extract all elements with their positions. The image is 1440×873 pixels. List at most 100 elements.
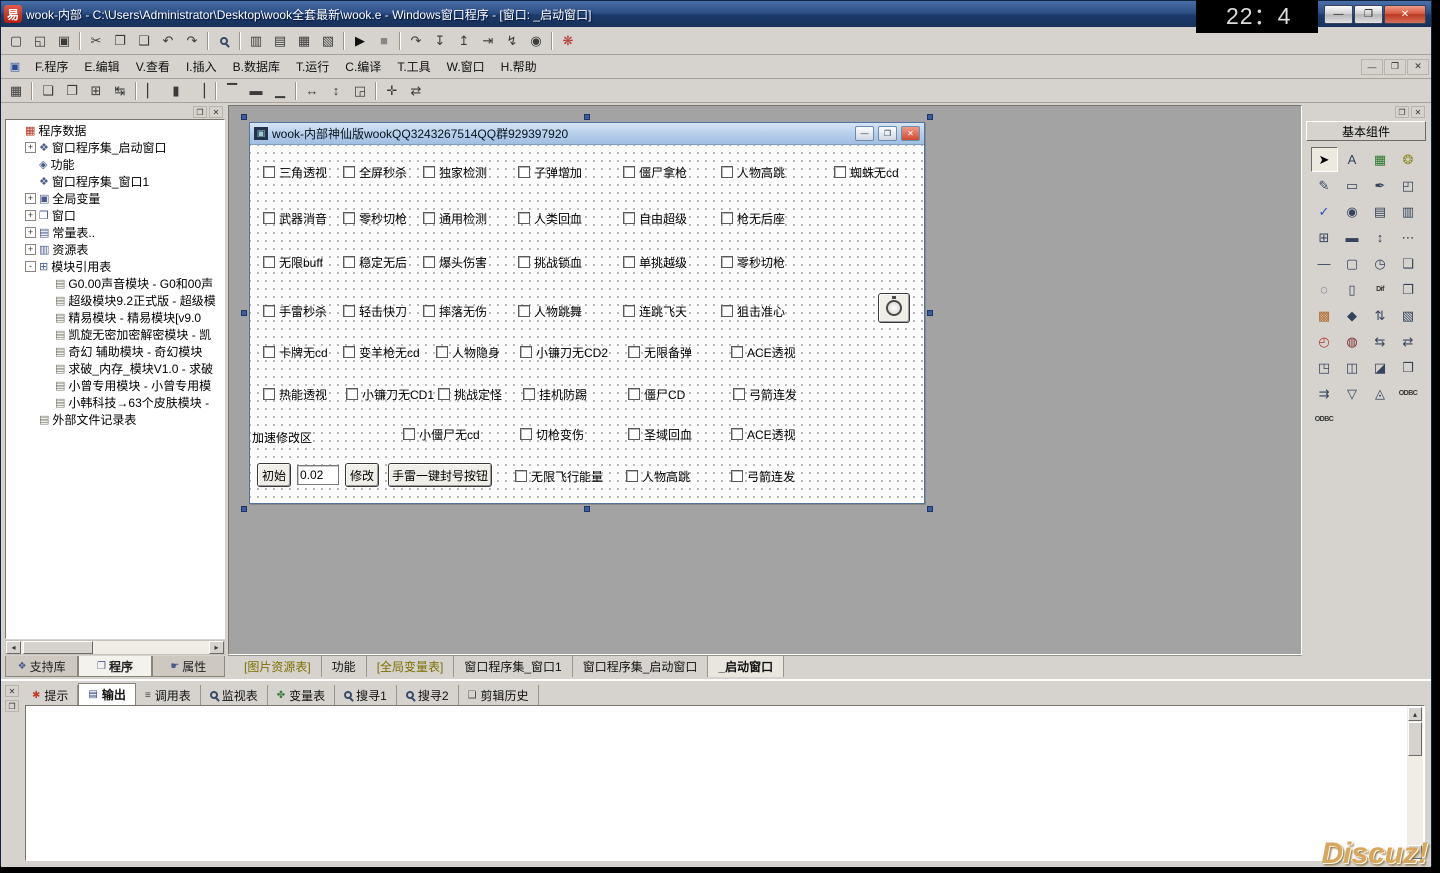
- resize-handle[interactable]: [584, 114, 590, 120]
- speed-input[interactable]: [297, 465, 339, 485]
- doc-tab-startup-window[interactable]: _启动窗口: [708, 656, 784, 677]
- form-checkbox[interactable]: 枪无后座: [721, 211, 785, 225]
- break-icon[interactable]: ↯: [500, 30, 524, 52]
- form-checkbox[interactable]: 人物隐身: [436, 345, 500, 359]
- form-close-button[interactable]: ✕: [901, 126, 920, 141]
- form-checkbox[interactable]: 无限buff: [263, 255, 323, 269]
- form-checkbox[interactable]: 切枪变伤: [520, 427, 584, 441]
- form-checkbox[interactable]: 通用检测: [423, 211, 487, 225]
- form-checkbox[interactable]: 蜘蛛无cd: [834, 165, 899, 179]
- form-checkbox[interactable]: 零秒切枪: [343, 211, 407, 225]
- pointer-tool-icon[interactable]: ➤: [1311, 147, 1338, 172]
- same-width-icon[interactable]: ↔: [300, 80, 324, 102]
- tab-hint[interactable]: ✱提示: [23, 685, 78, 705]
- output-dock-button[interactable]: ❐: [5, 700, 19, 712]
- image2-tool-icon[interactable]: ▧: [1395, 303, 1422, 328]
- grenade-ban-button[interactable]: 手雷一键封号按钮: [388, 463, 492, 487]
- panel-close-button[interactable]: ✕: [209, 106, 223, 118]
- tree-item[interactable]: +▣全局变量: [7, 190, 223, 207]
- menu-run[interactable]: T.运行: [288, 54, 337, 79]
- menu-help[interactable]: H.帮助: [493, 54, 545, 79]
- form-checkbox[interactable]: 稳定无后: [343, 255, 407, 269]
- form-checkbox[interactable]: 挑战锁血: [518, 255, 582, 269]
- mdi-restore-button[interactable]: ❐: [1384, 59, 1406, 75]
- resize-handle[interactable]: [241, 506, 247, 512]
- form-checkbox[interactable]: 手雷秒杀: [263, 304, 327, 318]
- form-minimize-button[interactable]: —: [855, 126, 874, 141]
- menu-view[interactable]: V.查看: [128, 54, 178, 79]
- pen-tool-icon[interactable]: ✒: [1367, 173, 1394, 198]
- form-checkbox[interactable]: 武器消音: [263, 211, 327, 225]
- align-left-icon[interactable]: ▏: [140, 80, 164, 102]
- tab-search2[interactable]: 搜寻2: [397, 685, 459, 705]
- document-tool-icon[interactable]: ❏: [1395, 251, 1422, 276]
- stop-icon[interactable]: ■: [372, 30, 396, 52]
- page-tool-icon[interactable]: ❐: [1395, 277, 1422, 302]
- form-checkbox[interactable]: 零秒切枪: [721, 255, 785, 269]
- tree-item[interactable]: +❐窗口: [7, 207, 223, 224]
- form-checkbox[interactable]: 狙击准心: [721, 304, 785, 318]
- form-checkbox[interactable]: 人物跳舞: [518, 304, 582, 318]
- new-icon[interactable]: ▢: [4, 30, 28, 52]
- odbc-tool-icon[interactable]: ODBC: [1395, 381, 1422, 406]
- scroll-thumb[interactable]: [1408, 722, 1422, 756]
- shape-tool-icon[interactable]: ◰: [1395, 173, 1422, 198]
- form-checkbox[interactable]: 变羊枪无cd: [343, 345, 420, 359]
- tree-expander[interactable]: +: [25, 210, 36, 221]
- resize-handle[interactable]: [584, 506, 590, 512]
- form-checkbox[interactable]: 子弹增加: [518, 165, 582, 179]
- palette-close-button[interactable]: ✕: [1411, 106, 1425, 118]
- close-button[interactable]: ✕: [1384, 5, 1426, 24]
- form-checkbox[interactable]: 无限飞行能量: [515, 469, 603, 483]
- output-close-button[interactable]: ✕: [5, 685, 19, 697]
- scroll-right-arrow[interactable]: ▸: [209, 641, 224, 654]
- doc-tab-features[interactable]: 功能: [322, 656, 367, 677]
- timer-tool-icon[interactable]: ◷: [1367, 251, 1394, 276]
- tree-expander[interactable]: +: [25, 193, 36, 204]
- maximize-button[interactable]: ❐: [1354, 5, 1383, 24]
- form-checkbox[interactable]: 全屏秒杀: [343, 165, 407, 179]
- tree-item[interactable]: ▤精易模块 - 精易模块[v9.0: [7, 309, 223, 326]
- tree-item[interactable]: ▤小曾专用模块 - 小曾专用模: [7, 377, 223, 394]
- form-checkbox[interactable]: 爆头伤害: [423, 255, 487, 269]
- form-checkbox[interactable]: 人物高跳: [626, 469, 690, 483]
- form-checkbox[interactable]: 热能透视: [263, 387, 327, 401]
- form-checkbox[interactable]: 轻击快刀: [343, 304, 407, 318]
- form-checkbox[interactable]: 挂机防踢: [523, 387, 587, 401]
- cut-icon[interactable]: ✂: [84, 30, 108, 52]
- run-to-cursor-icon[interactable]: ⇥: [476, 30, 500, 52]
- window-tool-icon[interactable]: ❒: [1395, 355, 1422, 380]
- mdi-minimize-button[interactable]: —: [1361, 59, 1383, 75]
- form-checkbox[interactable]: ACE透视: [731, 345, 796, 359]
- diagonal-tool-icon[interactable]: ◬: [1367, 381, 1394, 406]
- form-checkbox[interactable]: 连跳飞天: [623, 304, 687, 318]
- align-bottom-icon[interactable]: ▁: [268, 80, 292, 102]
- slider-tool-icon[interactable]: ▬: [1339, 225, 1366, 250]
- form-checkbox[interactable]: 卡牌无cd: [263, 345, 328, 359]
- palette-header-button[interactable]: 基本组件: [1306, 121, 1426, 141]
- tree-expander[interactable]: +: [25, 244, 36, 255]
- menu-tools[interactable]: T.工具: [389, 54, 438, 79]
- form-checkbox[interactable]: 小僵尸无cd: [403, 427, 480, 441]
- chart-tool-icon[interactable]: ◪: [1367, 355, 1394, 380]
- center-horizontal-icon[interactable]: ✛: [380, 80, 404, 102]
- listbox-tool-icon[interactable]: ▥: [1395, 199, 1422, 224]
- grid-tool-icon[interactable]: ⊞: [1311, 225, 1338, 250]
- tab-order-icon[interactable]: ⊞: [84, 80, 108, 102]
- form-checkbox[interactable]: 人物高跳: [721, 165, 785, 179]
- output-area[interactable]: ▴ ▾: [25, 705, 1425, 861]
- globe-tool-icon[interactable]: ◍: [1339, 329, 1366, 354]
- init-button[interactable]: 初始: [257, 463, 291, 487]
- tab-program[interactable]: ❐程序: [78, 656, 151, 677]
- form-checkbox[interactable]: 弓箭连发: [733, 387, 797, 401]
- run-icon[interactable]: ▶: [348, 30, 372, 52]
- form-checkbox[interactable]: 无限备弹: [628, 345, 692, 359]
- center-vertical-icon[interactable]: ⇄: [404, 80, 428, 102]
- form-checkbox[interactable]: 人类回血: [518, 211, 582, 225]
- stopwatch-button[interactable]: [878, 293, 910, 323]
- tab-search1[interactable]: 搜寻1: [335, 685, 397, 705]
- database-tool-icon[interactable]: ◫: [1339, 355, 1366, 380]
- tab-output[interactable]: ▤输出: [78, 683, 135, 705]
- scroll-left-arrow[interactable]: ◂: [6, 641, 21, 654]
- resize-handle[interactable]: [927, 114, 933, 120]
